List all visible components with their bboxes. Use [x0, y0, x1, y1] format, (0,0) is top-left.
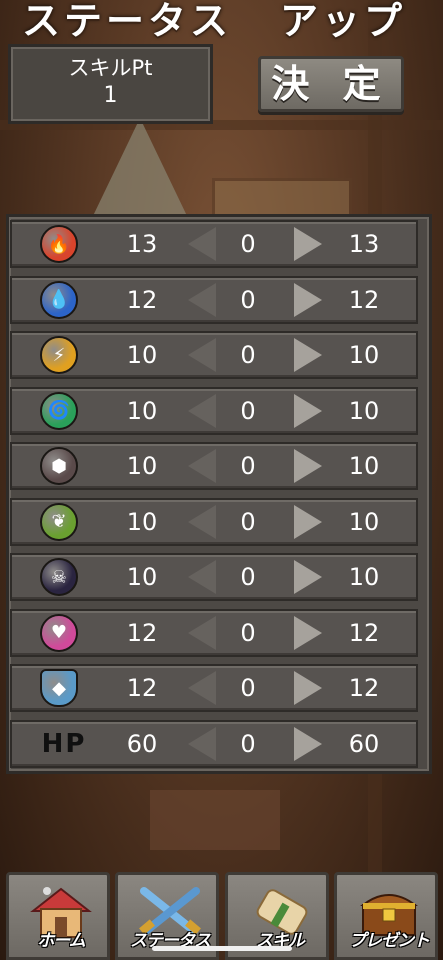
increase-arrow-icon[interactable]	[294, 504, 322, 539]
increase-arrow-icon[interactable]	[294, 449, 322, 483]
stat-added-value: 0	[240, 563, 256, 591]
wind-element-icon: 🌀	[40, 391, 78, 430]
increase-arrow-icon[interactable]	[294, 282, 322, 317]
stat-base-value: 12	[126, 674, 158, 702]
fire-element-icon: 🔥	[40, 225, 78, 263]
confirm-button[interactable]: 決 定	[258, 56, 404, 112]
stat-row: 💧 12 0 12	[10, 275, 418, 324]
decrease-arrow-icon[interactable]	[188, 504, 216, 539]
skill-points-label: スキルPt	[68, 56, 153, 80]
stat-added-value: 0	[240, 396, 256, 425]
increase-arrow-icon[interactable]	[294, 393, 322, 428]
decrease-arrow-icon[interactable]	[188, 338, 216, 372]
stat-base-value: 10	[126, 396, 158, 425]
leaf-element-icon: ❦	[40, 502, 78, 541]
stat-row: 🔥 13 0 13	[10, 220, 418, 268]
stat-total-value: 12	[348, 285, 380, 314]
decrease-arrow-icon[interactable]	[188, 393, 216, 428]
decrease-arrow-icon[interactable]	[188, 449, 216, 483]
stat-added-value: 0	[240, 618, 256, 647]
stat-row: ⬢ 10 0 10	[10, 442, 418, 490]
stat-total-value: 10	[348, 507, 380, 536]
water-element-icon: 💧	[40, 280, 78, 319]
home-indicator	[152, 946, 292, 951]
stat-added-value: 0	[240, 285, 256, 314]
stat-row: 🌀 10 0 10	[10, 386, 418, 435]
stat-added-value: 0	[240, 507, 256, 536]
skill-points-value: 1	[103, 83, 118, 108]
increase-arrow-icon[interactable]	[294, 560, 322, 594]
stat-total-value: 13	[348, 230, 380, 258]
earth-element-icon: ⬢	[40, 447, 78, 485]
title-left: ステータス	[22, 0, 233, 43]
stat-total-value: 12	[348, 674, 380, 702]
increase-arrow-icon[interactable]	[294, 615, 322, 650]
stat-total-value: 10	[348, 452, 380, 480]
decrease-arrow-icon[interactable]	[188, 671, 216, 705]
decrease-arrow-icon[interactable]	[188, 560, 216, 594]
stat-added-value: 0	[240, 729, 256, 758]
decrease-arrow-icon[interactable]	[188, 726, 216, 761]
stat-base-value: 13	[126, 230, 158, 258]
nav-home-button[interactable]: ホーム	[6, 872, 110, 960]
stat-base-value: 12	[126, 618, 158, 647]
page-title: ステータス アップ	[0, 0, 443, 42]
stat-base-value: 10	[126, 563, 158, 591]
stat-added-value: 0	[240, 341, 256, 369]
nav-present-label: プレゼント	[349, 931, 430, 951]
hp-label: HP	[41, 728, 87, 759]
skull-dark-icon: ☠	[40, 558, 78, 596]
decrease-arrow-icon[interactable]	[188, 227, 216, 261]
increase-arrow-icon[interactable]	[294, 227, 322, 261]
stat-total-value: 10	[348, 396, 380, 425]
stat-base-value: 10	[126, 507, 158, 536]
stat-total-value: 10	[348, 341, 380, 369]
stat-row: ♥ 12 0 12	[10, 608, 418, 657]
heart-charm-icon: ♥	[40, 613, 78, 652]
nav-home-label: ホーム	[37, 931, 86, 951]
stat-row: HP 60 0 60	[10, 719, 418, 768]
stat-row: ☠ 10 0 10	[10, 553, 418, 601]
decrease-arrow-icon[interactable]	[188, 282, 216, 317]
background-roof	[92, 118, 188, 218]
increase-arrow-icon[interactable]	[294, 671, 322, 705]
increase-arrow-icon[interactable]	[294, 338, 322, 372]
lightning-element-icon: ⚡	[40, 336, 78, 374]
stat-added-value: 0	[240, 230, 256, 258]
stat-base-value: 12	[126, 285, 158, 314]
stat-base-value: 10	[126, 341, 158, 369]
increase-arrow-icon[interactable]	[294, 726, 322, 761]
stat-added-value: 0	[240, 674, 256, 702]
shield-defense-icon: ◆	[40, 669, 78, 707]
stat-total-value: 10	[348, 563, 380, 591]
nav-present-button[interactable]: プレゼント	[334, 872, 438, 960]
stat-base-value: 60	[126, 729, 158, 758]
skill-points-box: スキルPt 1	[8, 44, 213, 124]
title-right: アップ	[280, 0, 407, 43]
decrease-arrow-icon[interactable]	[188, 615, 216, 650]
stat-total-value: 60	[348, 729, 380, 758]
stat-row: ⚡ 10 0 10	[10, 331, 418, 379]
stat-row: ❦ 10 0 10	[10, 497, 418, 546]
background-shelf	[150, 790, 280, 850]
stat-row: ◆ 12 0 12	[10, 664, 418, 712]
stat-added-value: 0	[240, 452, 256, 480]
stat-total-value: 12	[348, 618, 380, 647]
stat-base-value: 10	[126, 452, 158, 480]
